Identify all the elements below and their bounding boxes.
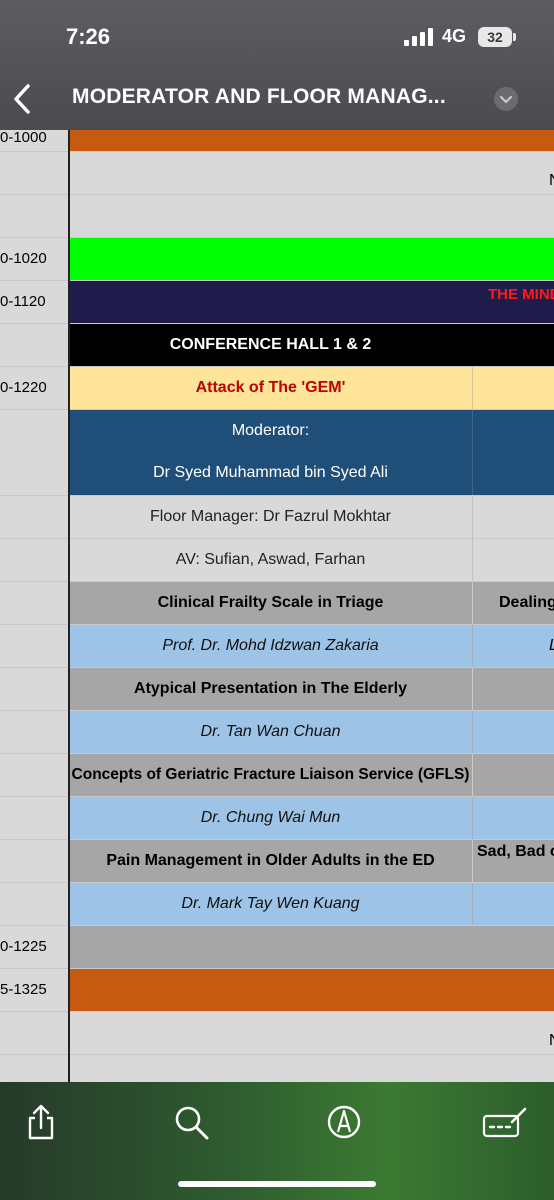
table-row: 5-1325 — [0, 968, 554, 1011]
side-cell[interactable] — [472, 797, 554, 839]
time-cell[interactable] — [0, 797, 69, 839]
side-cell[interactable] — [472, 539, 554, 581]
side-cell[interactable]: Dealing — [472, 582, 554, 624]
time-cell[interactable] — [0, 324, 69, 366]
side-cell[interactable]: Sad, Bad or — [472, 840, 554, 882]
side-cell[interactable] — [472, 452, 554, 495]
time-cell[interactable] — [0, 668, 69, 710]
table-row: N — [0, 1011, 554, 1054]
time-cell[interactable] — [0, 195, 69, 237]
time-cell[interactable]: 0-1225 — [0, 926, 69, 968]
time-cell[interactable] — [0, 625, 69, 667]
markup-icon[interactable] — [324, 1102, 364, 1142]
side-cell[interactable] — [472, 410, 554, 452]
topic-title[interactable]: Atypical Presentation in The Elderly — [69, 668, 472, 710]
time-cell[interactable] — [0, 754, 69, 796]
side-cell[interactable] — [472, 711, 554, 753]
time-cell[interactable] — [0, 883, 69, 925]
colored-cell[interactable] — [69, 281, 554, 323]
topic-title[interactable]: Clinical Frailty Scale in Triage — [69, 582, 472, 624]
table-row: Pain Management in Older Adults in the E… — [0, 839, 554, 882]
time-cell[interactable] — [0, 711, 69, 753]
time-cell[interactable] — [0, 1012, 69, 1054]
table-row: 0-1020 — [0, 237, 554, 280]
table-row: Concepts of Geriatric Fracture Liaison S… — [0, 753, 554, 796]
battery-tip — [513, 33, 516, 41]
cell[interactable] — [69, 195, 554, 237]
cell[interactable] — [69, 1055, 554, 1082]
table-row: Atypical Presentation in The Elderly — [0, 667, 554, 710]
table-row: Dr Syed Muhammad bin Syed Ali — [0, 452, 554, 495]
time-cell[interactable] — [0, 840, 69, 882]
table-row: CONFERENCE HALL 1 & 2 — [0, 323, 554, 366]
back-chevron-icon[interactable] — [8, 82, 38, 116]
time-cell[interactable] — [0, 1055, 69, 1082]
time-cell[interactable]: 0-1000 — [0, 130, 69, 151]
moderator-name[interactable]: Dr Syed Muhammad bin Syed Ali — [69, 452, 472, 495]
speaker-name[interactable]: Prof. Dr. Mohd Idzwan Zakaria — [69, 625, 472, 667]
table-row: Dr. Tan Wan Chuan — [0, 710, 554, 753]
table-row: 0-1220 Attack of The 'GEM' — [0, 366, 554, 409]
floor-manager[interactable]: Floor Manager: Dr Fazrul Mokhtar — [69, 496, 472, 538]
session-title[interactable]: Attack of The 'GEM' — [69, 367, 472, 409]
side-cell[interactable] — [472, 668, 554, 710]
battery-icon: 32 — [478, 27, 512, 47]
topic-title[interactable]: Concepts of Geriatric Fracture Liaison S… — [69, 754, 472, 796]
status-time: 7:26 — [66, 24, 111, 49]
table-row: 0-1120 THE MIND — [0, 280, 554, 323]
side-cell[interactable]: THE MIND — [488, 281, 554, 323]
table-row: Moderator: — [0, 409, 554, 452]
side-cell[interactable] — [472, 496, 554, 538]
time-cell[interactable]: 0-1120 — [0, 281, 69, 323]
colored-cell[interactable] — [69, 926, 554, 968]
table-row: 0-1225 — [0, 925, 554, 968]
home-indicator — [178, 1181, 376, 1187]
network-type: 4G — [442, 26, 467, 46]
time-cell[interactable] — [0, 539, 69, 581]
table-row: Dr. Mark Tay Wen Kuang — [0, 882, 554, 925]
side-cell[interactable]: L — [472, 625, 554, 667]
table-row: N — [0, 151, 554, 194]
topic-title[interactable]: Pain Management in Older Adults in the E… — [69, 840, 472, 882]
table-row: Floor Manager: Dr Fazrul Mokhtar — [0, 495, 554, 538]
side-cell[interactable] — [472, 754, 554, 796]
time-cell[interactable]: 0-1220 — [0, 367, 69, 409]
moderator-label[interactable]: Moderator: — [69, 410, 472, 452]
top-bar: 7:26 4G 32 MODERATOR AND FLOOR MANAG... — [0, 0, 554, 130]
speaker-name[interactable]: Dr. Mark Tay Wen Kuang — [69, 883, 472, 925]
table-row — [0, 1054, 554, 1082]
time-cell[interactable] — [0, 410, 69, 452]
speaker-name[interactable]: Dr. Chung Wai Mun — [69, 797, 472, 839]
search-icon[interactable] — [172, 1102, 212, 1142]
colored-cell[interactable] — [69, 130, 554, 151]
table-row: Dr. Chung Wai Mun — [0, 796, 554, 839]
speaker-name[interactable]: Dr. Tan Wan Chuan — [69, 711, 472, 753]
side-cell[interactable] — [472, 883, 554, 925]
time-cell[interactable] — [0, 452, 69, 495]
chevron-down-icon[interactable] — [494, 87, 518, 111]
venue-label[interactable]: CONFERENCE HALL 1 & 2 — [69, 324, 472, 366]
colored-cell[interactable] — [69, 238, 554, 280]
frozen-column-divider — [68, 130, 70, 1082]
table-row: 0-1000 — [0, 130, 554, 151]
spreadsheet[interactable]: 0-1000 N 0-1020 0-1120 THE MIND CONFEREN… — [0, 130, 554, 1082]
side-cell[interactable] — [472, 367, 554, 409]
time-cell[interactable] — [0, 152, 69, 194]
table-row — [0, 194, 554, 237]
table-row: AV: Sufian, Aswad, Farhan — [0, 538, 554, 581]
colored-cell[interactable] — [69, 969, 554, 1011]
table-row: Prof. Dr. Mohd Idzwan Zakaria L — [0, 624, 554, 667]
keyboard-edit-icon[interactable] — [482, 1102, 528, 1142]
time-cell[interactable] — [0, 496, 69, 538]
av-team[interactable]: AV: Sufian, Aswad, Farhan — [69, 539, 472, 581]
table-row: Clinical Frailty Scale in Triage Dealing — [0, 581, 554, 624]
share-icon[interactable] — [22, 1102, 62, 1142]
document-title[interactable]: MODERATOR AND FLOOR MANAG... — [72, 85, 446, 109]
signal-icon — [404, 28, 434, 46]
time-cell[interactable] — [0, 582, 69, 624]
time-cell[interactable]: 0-1020 — [0, 238, 69, 280]
time-cell[interactable]: 5-1325 — [0, 969, 69, 1011]
